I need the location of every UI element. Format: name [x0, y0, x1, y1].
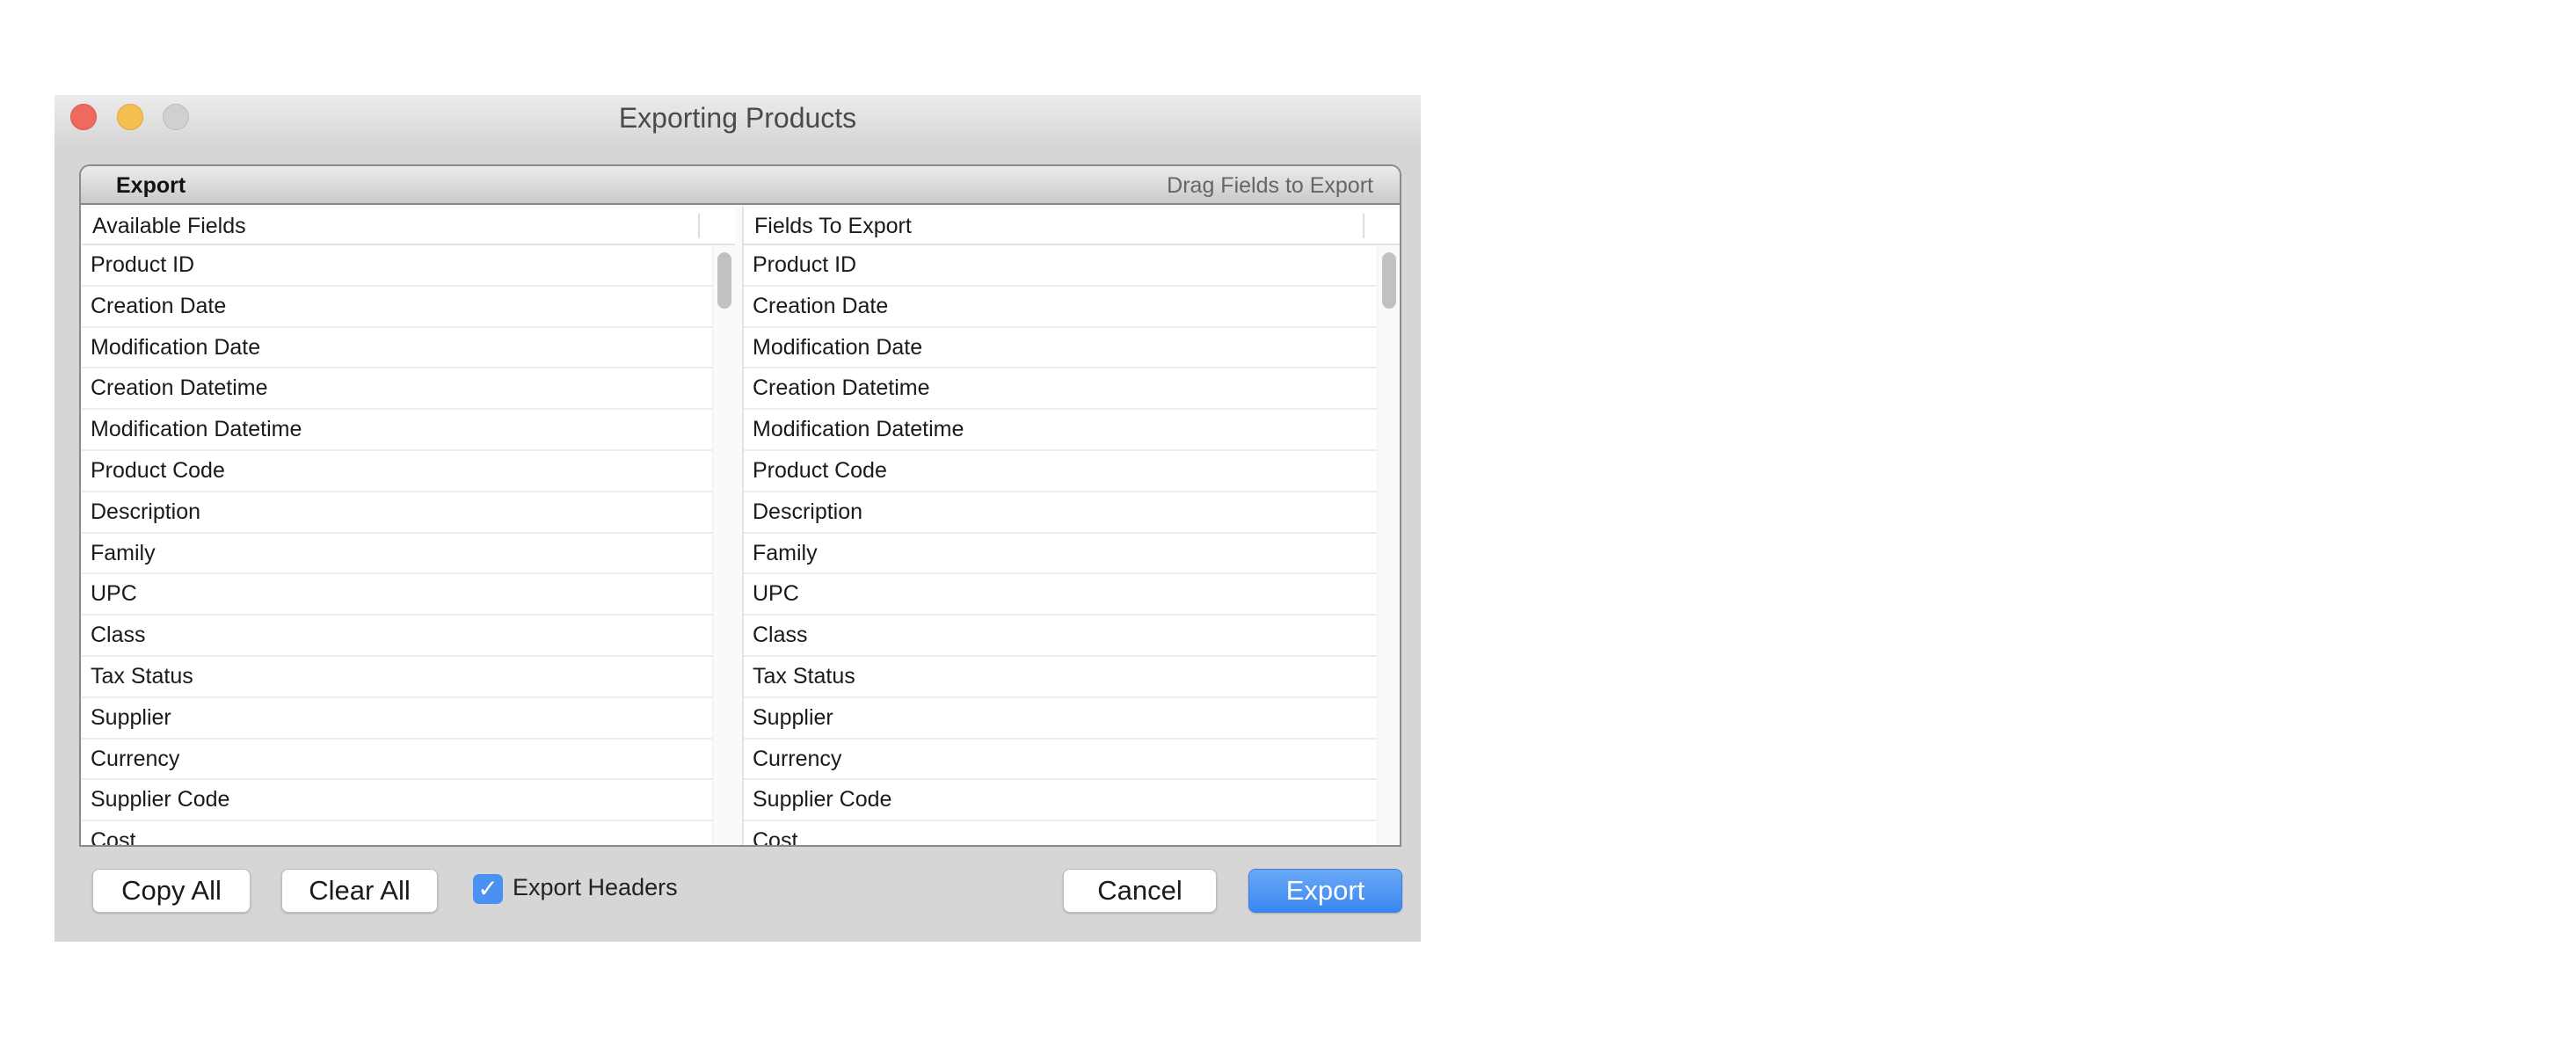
field-row[interactable]: Currency — [744, 740, 1377, 781]
checkmark-icon: ✓ — [477, 875, 498, 902]
field-row[interactable]: Tax Status — [744, 657, 1377, 698]
field-row[interactable]: UPC — [744, 574, 1377, 616]
title-bar: Exporting Products — [55, 95, 1421, 146]
column-separator — [698, 214, 700, 238]
available-fields-list: Product ID Creation Date Modification Date… — [82, 245, 712, 845]
scrollbar-thumb[interactable] — [717, 252, 731, 309]
field-row[interactable]: Creation Datetime — [744, 368, 1377, 411]
export-button[interactable]: Export — [1248, 869, 1402, 913]
field-row[interactable]: Class — [744, 616, 1377, 657]
field-row[interactable]: UPC — [82, 574, 712, 616]
cancel-button[interactable]: Cancel — [1063, 869, 1217, 913]
window-title: Exporting Products — [618, 102, 857, 134]
field-row[interactable]: Cost — [82, 821, 712, 845]
field-row[interactable]: Modification Datetime — [82, 410, 712, 451]
column-label: Available Fields — [92, 214, 246, 238]
field-row[interactable]: Tax Status — [82, 657, 712, 698]
clear-all-button[interactable]: Clear All — [281, 869, 438, 913]
fields-to-export-table[interactable]: Fields To Export Product ID Creation Date… — [742, 207, 1400, 845]
field-row[interactable]: Product Code — [744, 451, 1377, 492]
field-row[interactable]: Modification Date — [744, 328, 1377, 369]
field-row[interactable]: Modification Datetime — [744, 410, 1377, 451]
field-row[interactable]: Currency — [82, 740, 712, 781]
column-label: Fields To Export — [754, 214, 912, 238]
field-row[interactable]: Family — [744, 534, 1377, 575]
available-scrollbar[interactable] — [712, 245, 735, 845]
export-headers-checkbox[interactable]: ✓ — [473, 874, 503, 904]
export-headers-label[interactable]: Export Headers — [513, 874, 678, 901]
field-row[interactable]: Product ID — [82, 245, 712, 287]
fields-to-export-header[interactable]: Fields To Export — [744, 207, 1400, 245]
field-row[interactable]: Description — [744, 492, 1377, 534]
available-fields-header[interactable]: Available Fields — [82, 207, 735, 245]
field-row[interactable]: Cost — [744, 821, 1377, 845]
field-row[interactable]: Creation Datetime — [82, 368, 712, 411]
field-row[interactable]: Product Code — [82, 451, 712, 492]
column-separator — [1363, 214, 1364, 238]
export-box: Export Drag Fields to Export Available F… — [79, 164, 1401, 847]
export-box-header: Export Drag Fields to Export — [81, 166, 1400, 205]
export-scrollbar[interactable] — [1377, 245, 1400, 845]
field-row[interactable]: Product ID — [744, 245, 1377, 287]
field-row[interactable]: Supplier — [744, 698, 1377, 740]
scrollbar-thumb[interactable] — [1382, 252, 1396, 309]
field-row[interactable]: Supplier — [82, 698, 712, 740]
export-box-title: Export — [116, 173, 186, 198]
drag-hint: Drag Fields to Export — [1167, 173, 1373, 198]
fields-to-export-list: Product ID Creation Date Modification Date… — [744, 245, 1377, 845]
field-row[interactable]: Supplier Code — [744, 780, 1377, 822]
field-row[interactable]: Family — [82, 534, 712, 575]
field-row[interactable]: Creation Date — [82, 287, 712, 328]
field-row[interactable]: Description — [82, 492, 712, 534]
field-row[interactable]: Creation Date — [744, 287, 1377, 328]
available-fields-table[interactable]: Available Fields Product ID Creation Date… — [82, 207, 735, 845]
field-row[interactable]: Class — [82, 616, 712, 657]
export-dialog: Exporting Products Export Drag Fields to… — [55, 95, 1421, 942]
field-row[interactable]: Supplier Code — [82, 780, 712, 822]
copy-all-button[interactable]: Copy All — [92, 869, 251, 913]
field-row[interactable]: Modification Date — [82, 328, 712, 369]
